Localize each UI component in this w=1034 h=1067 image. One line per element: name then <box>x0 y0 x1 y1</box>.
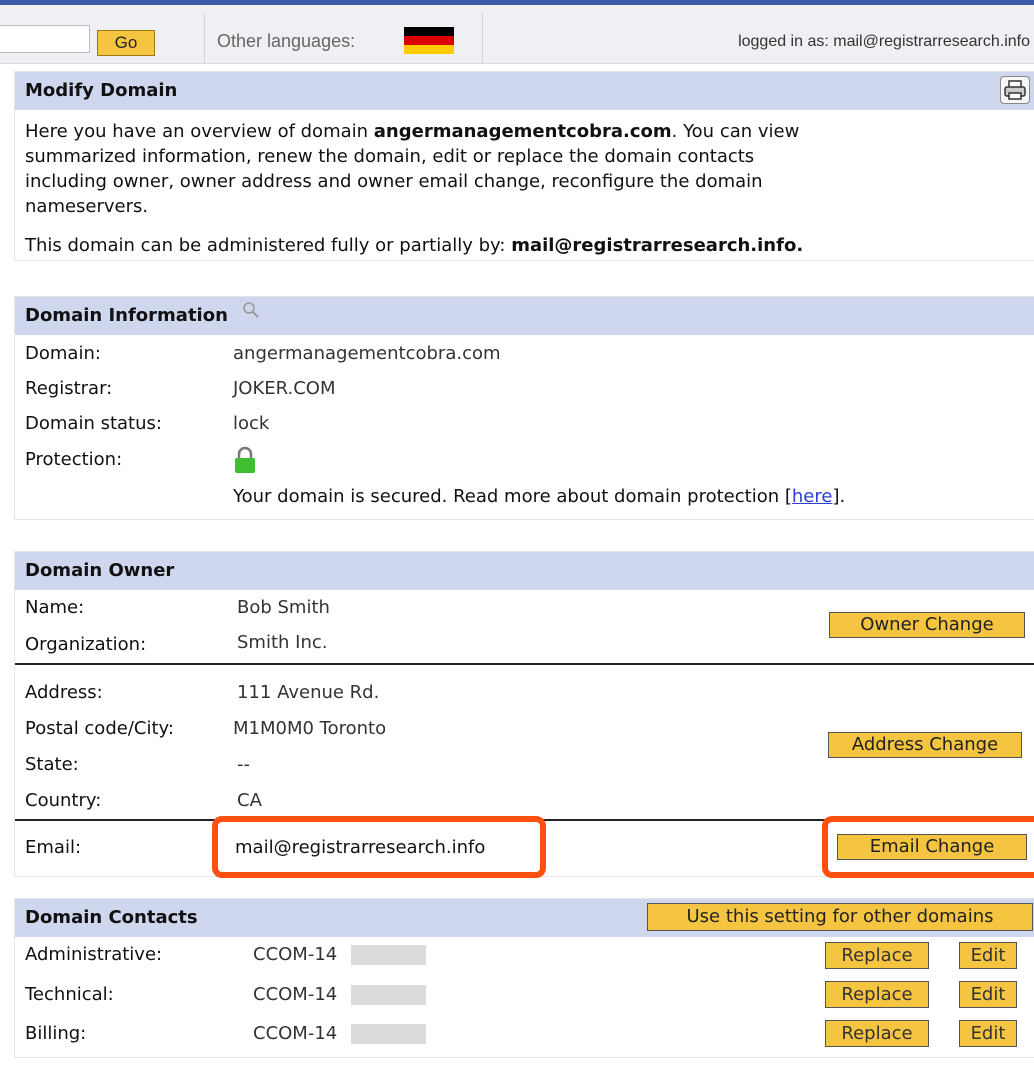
owner-change-button[interactable]: Owner Change <box>829 612 1025 638</box>
search-input[interactable] <box>0 25 90 53</box>
protection-label: Protection: <box>25 449 123 470</box>
panel-title-text: Domain Information <box>25 305 228 326</box>
top-bar: Go Other languages: logged in as: mail@r… <box>0 5 1034 64</box>
domain-value: angermanagementcobra.com <box>233 343 501 364</box>
protection-prefix: Your domain is secured. Read more about … <box>233 486 792 507</box>
name-value: Bob Smith <box>237 597 330 618</box>
domain-label: Domain: <box>25 343 101 364</box>
country-value: CA <box>237 790 262 811</box>
panel-title: Domain Information <box>15 297 1034 335</box>
intro-suffix: . You can view <box>671 121 800 142</box>
divider <box>204 13 205 63</box>
technical-value: CCOM-14 <box>253 984 338 1005</box>
magnifier-icon[interactable] <box>240 297 262 335</box>
intro-domain: angermanagementcobra.com <box>373 121 672 142</box>
redacted-block <box>351 1024 426 1044</box>
go-button[interactable]: Go <box>97 30 155 56</box>
modify-domain-panel: Modify Domain Here you have an overview … <box>14 71 1034 261</box>
intro-line-4: nameservers. <box>25 196 149 217</box>
divider <box>15 663 1034 665</box>
administrative-value: CCOM-14 <box>253 944 338 965</box>
printer-icon[interactable] <box>1000 76 1030 104</box>
organization-value: Smith Inc. <box>237 632 328 653</box>
green-lock-icon <box>231 445 259 479</box>
billing-value: CCOM-14 <box>253 1023 338 1044</box>
logged-in-text: logged in as: mail@registrarresearch.inf… <box>738 33 1030 50</box>
admin-email: mail@registrarresearch.info. <box>511 235 804 256</box>
registrar-value: JOKER.COM <box>233 378 336 399</box>
domain-information-panel: Domain Information Domain: angermanageme… <box>14 296 1034 520</box>
billing-label: Billing: <box>25 1023 87 1044</box>
state-label: State: <box>25 754 79 775</box>
admin-prefix: This domain can be administered fully or… <box>25 235 512 256</box>
name-label: Name: <box>25 597 85 618</box>
country-label: Country: <box>25 790 102 811</box>
use-setting-button[interactable]: Use this setting for other domains <box>647 903 1033 931</box>
intro-line-1: Here you have an overview of domain ange… <box>25 121 799 142</box>
status-value: lock <box>233 413 270 434</box>
edit-button[interactable]: Edit <box>959 981 1017 1008</box>
email-label: Email: <box>25 837 82 858</box>
redacted-block <box>351 985 426 1005</box>
divider <box>482 13 483 63</box>
postal-city-value: M1M0M0 Toronto <box>233 718 387 739</box>
technical-label: Technical: <box>25 984 114 1005</box>
panel-title: Modify Domain <box>15 72 1034 110</box>
highlight-email-change-callout <box>822 816 1034 878</box>
status-label: Domain status: <box>25 413 162 434</box>
address-value: 111 Avenue Rd. <box>237 682 380 703</box>
organization-label: Organization: <box>25 634 147 655</box>
protection-text: Your domain is secured. Read more about … <box>233 486 845 507</box>
administrative-label: Administrative: <box>25 944 163 965</box>
domain-contacts-panel: Domain Contacts Use this setting for oth… <box>14 898 1034 1058</box>
state-value: -- <box>237 754 250 775</box>
redacted-block <box>351 945 426 965</box>
other-languages-label: Other languages: <box>217 31 356 51</box>
address-change-button[interactable]: Address Change <box>828 732 1022 758</box>
intro-line-2: summarized information, renew the domain… <box>25 146 755 167</box>
german-flag-icon[interactable] <box>404 27 454 54</box>
edit-button[interactable]: Edit <box>959 1020 1017 1047</box>
address-label: Address: <box>25 682 103 703</box>
postal-city-label: Postal code/City: <box>25 718 174 739</box>
protection-suffix: ]. <box>832 486 846 507</box>
intro-line-3: including owner, owner address and owner… <box>25 171 763 192</box>
highlight-email-callout <box>212 816 546 878</box>
panel-title: Domain Owner <box>15 552 1034 590</box>
protection-link[interactable]: here <box>792 486 833 507</box>
admin-line: This domain can be administered fully or… <box>25 235 803 256</box>
intro-prefix: Here you have an overview of domain <box>25 121 374 142</box>
registrar-label: Registrar: <box>25 378 113 399</box>
replace-button[interactable]: Replace <box>825 981 929 1008</box>
replace-button[interactable]: Replace <box>825 942 929 969</box>
replace-button[interactable]: Replace <box>825 1020 929 1047</box>
edit-button[interactable]: Edit <box>959 942 1017 969</box>
